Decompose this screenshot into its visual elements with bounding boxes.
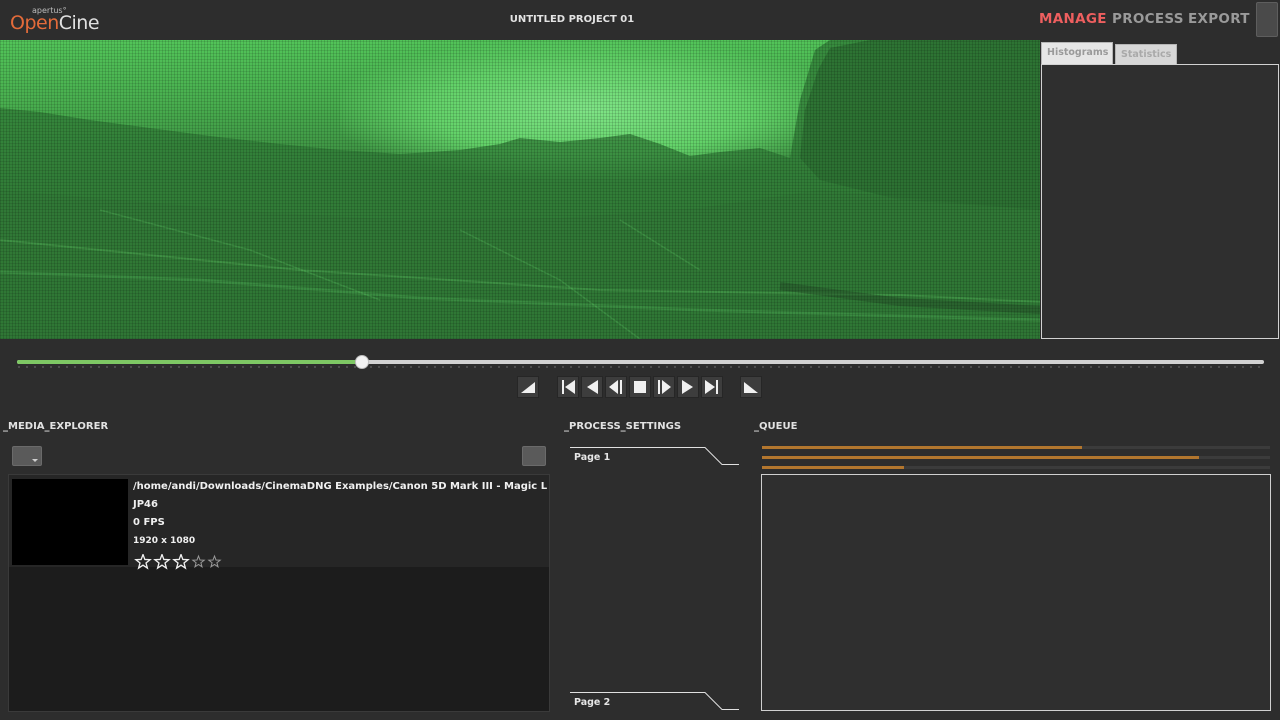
media-resolution: 1920 x 1080 (133, 536, 196, 546)
image-viewer[interactable] (0, 40, 1040, 339)
play-icon (658, 380, 671, 394)
play-backward-button[interactable] (605, 376, 627, 398)
timeline-progress (17, 360, 363, 364)
previous-frame-button[interactable] (581, 376, 603, 398)
nav-process[interactable]: PROCESS (1112, 11, 1184, 27)
stop-icon (634, 381, 646, 393)
star-filled-icon[interactable] (172, 554, 190, 570)
histogram-panel (1041, 64, 1279, 339)
star-empty-icon[interactable] (191, 554, 206, 570)
queue-progress-fill (762, 446, 1083, 449)
process-page-2-label: Page 2 (574, 697, 611, 708)
queue-title: _QUEUE (754, 421, 798, 432)
queue-list (761, 474, 1271, 711)
star-empty-icon[interactable] (207, 554, 222, 570)
jump-to-end-button[interactable] (701, 376, 723, 398)
process-page-1-label: Page 1 (574, 452, 611, 463)
play-forward-button[interactable] (653, 376, 675, 398)
queue-progress-fill (762, 456, 1199, 459)
stop-button[interactable] (629, 376, 651, 398)
app-logo: apertus° OpenCine (10, 6, 100, 34)
project-title: UNTITLED PROJECT 01 (509, 14, 635, 25)
mark-out-button[interactable] (740, 376, 762, 398)
media-list: /home/andi/Downloads/CinemaDNG Examples/… (8, 474, 550, 712)
mark-in-button[interactable] (517, 376, 539, 398)
app-header: apertus° OpenCine UNTITLED PROJECT 01 MA… (0, 0, 1280, 40)
media-rating[interactable] (134, 554, 222, 570)
window-menu-button[interactable] (1256, 2, 1278, 37)
process-page-1-tab[interactable]: Page 1 (570, 447, 740, 467)
process-page-2-tab[interactable]: Page 2 (570, 692, 740, 712)
nav-export[interactable]: EXPORT (1188, 11, 1250, 27)
media-codec: JP46 (133, 499, 158, 510)
queue-progress-bar (762, 446, 1270, 449)
timeline-ticks (18, 366, 1263, 368)
star-filled-icon[interactable] (153, 554, 171, 570)
tab-histograms[interactable]: Histograms (1041, 42, 1113, 64)
media-options-button[interactable] (522, 446, 546, 466)
step-forward-icon (682, 380, 693, 394)
queue-progress-bar (762, 456, 1270, 459)
media-path: /home/andi/Downloads/CinemaDNG Examples/… (133, 481, 547, 492)
star-filled-icon[interactable] (134, 554, 152, 570)
media-item[interactable]: /home/andi/Downloads/CinemaDNG Examples/… (9, 475, 549, 570)
media-thumbnail (12, 479, 128, 565)
chevron-down-icon (32, 459, 38, 462)
media-import-dropdown-button[interactable] (12, 446, 42, 466)
skip-to-start-icon (562, 380, 575, 394)
queue-progress-bar (762, 466, 1270, 469)
logo-wordmark: OpenCine (10, 12, 100, 34)
viewer-pixel-grid (0, 40, 1040, 339)
skip-to-end-icon (705, 380, 718, 394)
play-reverse-icon (609, 380, 622, 394)
mark-out-icon (744, 382, 758, 393)
timeline-slider[interactable] (17, 360, 1264, 364)
media-fps: 0 FPS (133, 517, 165, 528)
mark-in-icon (521, 382, 535, 393)
media-explorer-title: _MEDIA_EXPLORER (3, 421, 109, 432)
next-frame-button[interactable] (677, 376, 699, 398)
queue-progress-fill (762, 466, 905, 469)
process-settings-title: _PROCESS_SETTINGS (564, 421, 682, 432)
jump-to-start-button[interactable] (557, 376, 579, 398)
step-back-icon (587, 380, 598, 394)
nav-manage[interactable]: MANAGE (1039, 11, 1107, 27)
tab-statistics[interactable]: Statistics (1115, 44, 1177, 64)
